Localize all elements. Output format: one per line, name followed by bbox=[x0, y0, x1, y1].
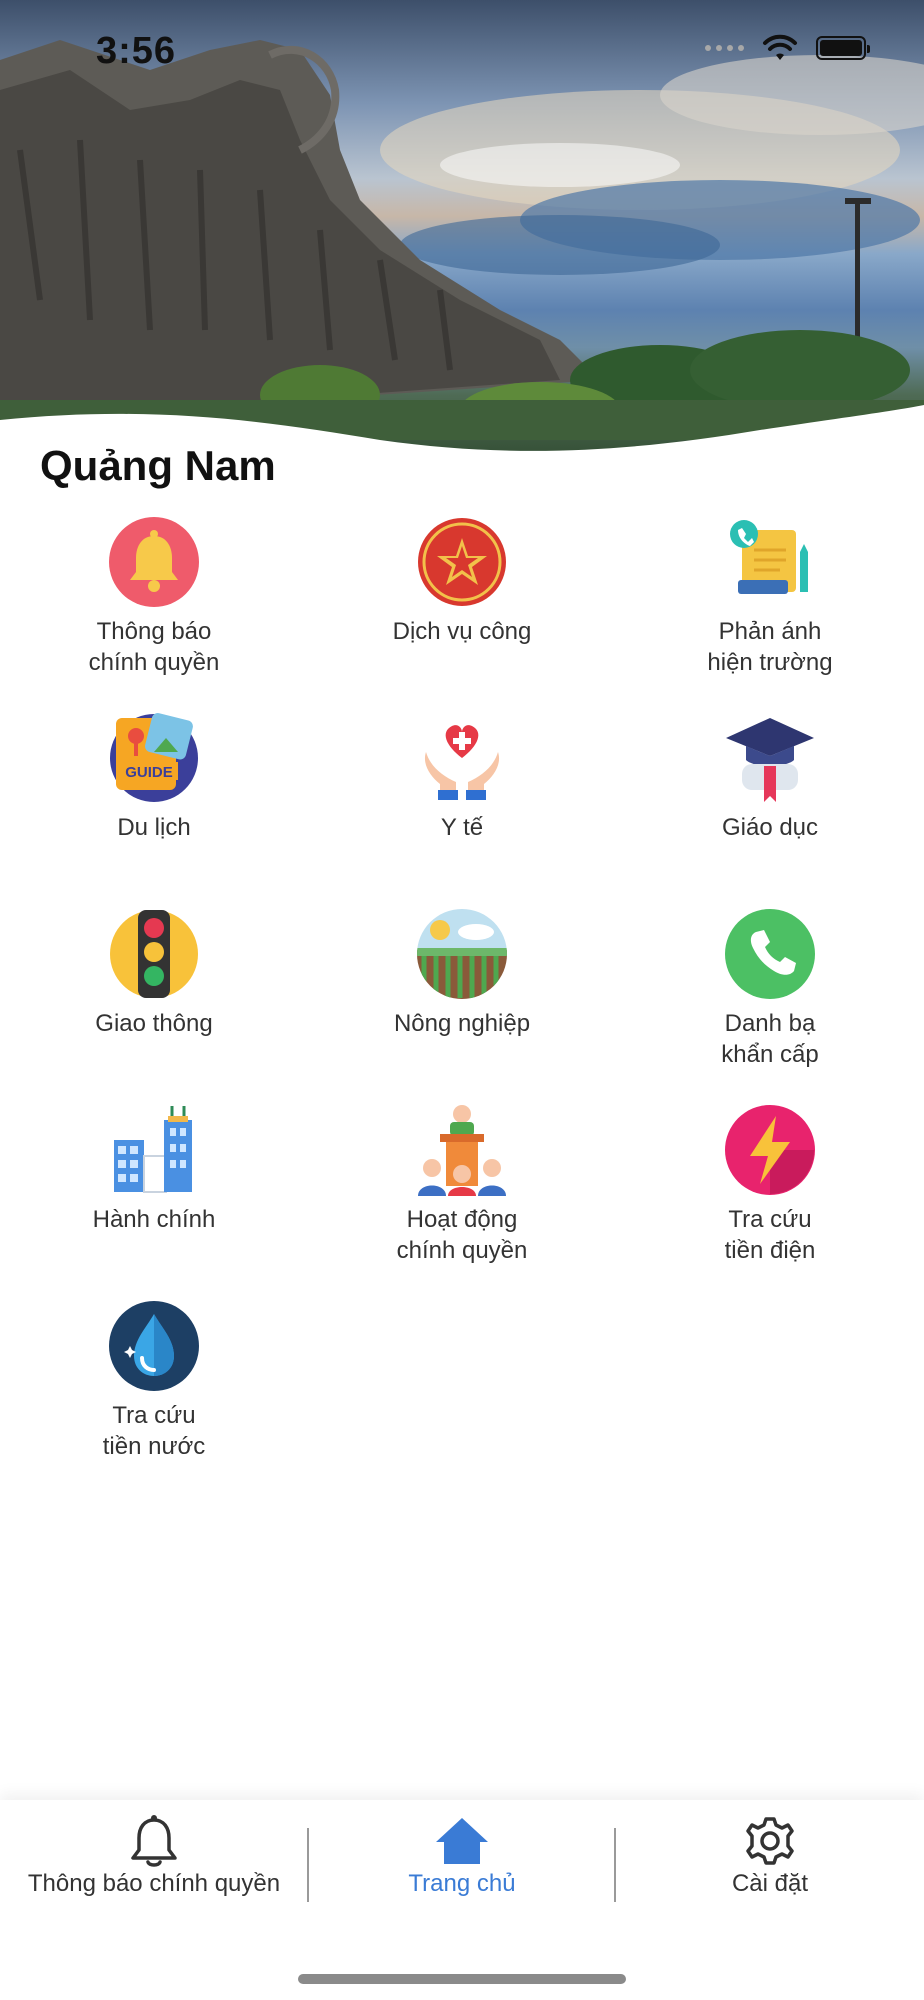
tile-nong-nghiep[interactable]: Nông nghiệp bbox=[342, 908, 582, 1039]
wifi-icon bbox=[763, 34, 797, 60]
nav-home[interactable]: Trang chủ bbox=[308, 1814, 616, 1898]
home-indicator bbox=[298, 1974, 626, 1984]
tile-danh-ba-khan-cap[interactable]: Danh bạ khẩn cấp bbox=[650, 908, 890, 1070]
tile-label: Du lịch bbox=[117, 814, 191, 841]
health-hands-heart-icon bbox=[424, 725, 500, 800]
tile-giao-duc[interactable]: Giáo dục bbox=[650, 712, 890, 843]
tile-label: Tra cứu tiền nước bbox=[102, 1402, 206, 1460]
gear-icon bbox=[746, 1817, 794, 1865]
traffic-light-icon bbox=[110, 910, 198, 998]
tile-y-te[interactable]: Y tế bbox=[342, 712, 582, 843]
tile-dich-vu-cong[interactable]: Dịch vụ công bbox=[342, 516, 582, 647]
tile-phan-anh-hien-truong[interactable]: Phản ánh hiện trường bbox=[650, 516, 890, 678]
tile-tra-cuu-tien-dien[interactable]: Tra cứu tiền điện bbox=[650, 1104, 890, 1266]
nav-home-label: Trang chủ bbox=[408, 1870, 516, 1897]
cellular-signal-icon bbox=[705, 45, 744, 51]
nav-notifications-label: Thông báo chính quyền bbox=[27, 1870, 281, 1897]
hero-banner: 3:56 bbox=[0, 0, 924, 470]
bell-icon bbox=[109, 517, 199, 607]
graduation-cap-icon bbox=[726, 718, 814, 802]
tile-label: Hoạt động chính quyền bbox=[396, 1206, 528, 1264]
water-drop-icon bbox=[109, 1301, 199, 1391]
tile-label: Phản ánh hiện trường bbox=[707, 618, 833, 676]
travel-guide-icon: GUIDE bbox=[110, 713, 198, 802]
tile-label: Nông nghiệp bbox=[393, 1010, 531, 1037]
tile-tra-cuu-tien-nuoc[interactable]: Tra cứu tiền nước bbox=[34, 1300, 274, 1462]
tile-hanh-chinh[interactable]: Hành chính bbox=[34, 1104, 274, 1235]
svg-text:GUIDE: GUIDE bbox=[125, 764, 173, 781]
page-title: Quảng Nam bbox=[40, 442, 276, 489]
government-podium-icon bbox=[418, 1105, 506, 1196]
nav-settings[interactable]: Cài đặt bbox=[616, 1814, 924, 1898]
home-icon bbox=[436, 1818, 488, 1864]
battery-icon bbox=[816, 36, 870, 60]
bottom-navigation-bar: Thông báo chính quyền Trang chủ Cài đặt bbox=[0, 1800, 924, 2000]
tile-label: Danh bạ khẩn cấp bbox=[721, 1010, 819, 1068]
public-service-emblem-icon bbox=[418, 518, 506, 606]
status-time: 3:56 bbox=[96, 30, 177, 72]
bell-outline-icon bbox=[131, 1815, 177, 1867]
tile-thong-bao-chinh-quyen[interactable]: Thông báo chính quyền bbox=[34, 516, 274, 678]
tile-label: Tra cứu tiền điện bbox=[724, 1206, 816, 1264]
tile-label: Giáo dục bbox=[721, 814, 819, 841]
farm-field-icon bbox=[417, 909, 507, 999]
office-buildings-icon bbox=[114, 1106, 192, 1193]
feedback-report-icon bbox=[730, 520, 808, 594]
nav-settings-label: Cài đặt bbox=[731, 1870, 809, 1897]
tile-label: Dịch vụ công bbox=[392, 618, 532, 645]
tile-label: Hành chính bbox=[92, 1206, 216, 1233]
tile-label: Thông báo chính quyền bbox=[88, 618, 220, 676]
nav-notifications[interactable]: Thông báo chính quyền bbox=[0, 1814, 308, 1898]
lightning-icon bbox=[725, 1105, 815, 1195]
tile-hoat-dong-chinh-quyen[interactable]: Hoạt động chính quyền bbox=[342, 1104, 582, 1266]
tile-label: Giao thông bbox=[95, 1010, 213, 1037]
tile-du-lich[interactable]: GUIDE Du lịch bbox=[34, 712, 274, 843]
tile-label: Y tế bbox=[440, 814, 484, 841]
phone-icon bbox=[725, 909, 815, 999]
status-indicators bbox=[705, 34, 870, 62]
tile-giao-thong[interactable]: Giao thông bbox=[34, 908, 274, 1039]
